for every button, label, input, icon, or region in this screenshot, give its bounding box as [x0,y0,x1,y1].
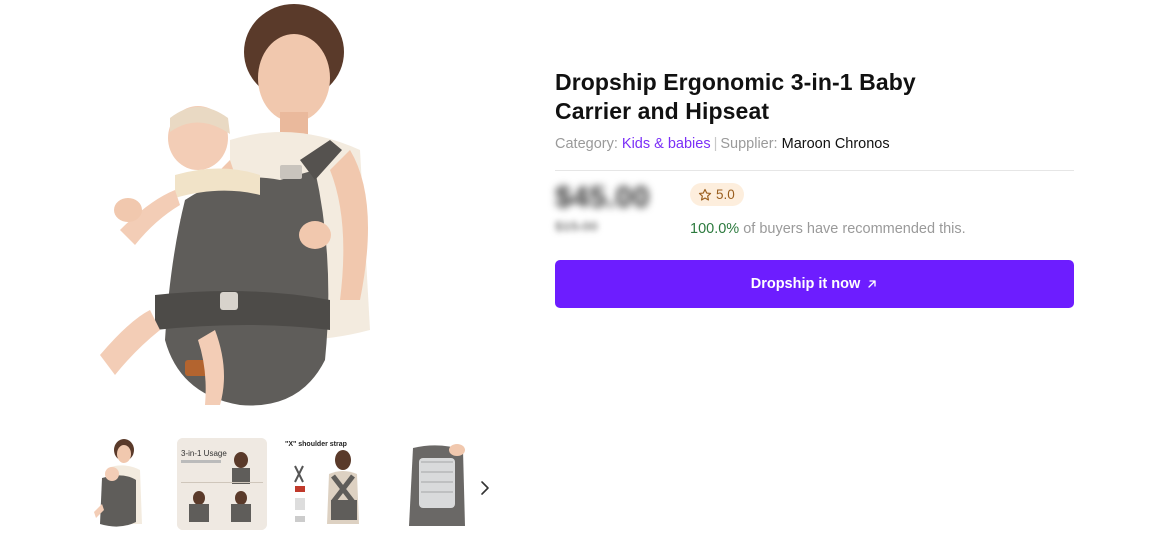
price: $45.00 [555,181,650,214]
product-title: Dropship Ergonomic 3-in-1 Baby Carrier a… [555,69,916,124]
thumbnail-2[interactable]: 3-in-1 Usage [177,438,267,530]
supplier-label: Supplier: [720,136,778,152]
chevron-right-icon [481,481,489,495]
gallery-next-button[interactable] [474,476,496,500]
main-product-image [80,0,468,422]
recommend-caption: of buyers have recommended this. [743,221,966,237]
thumbnail-3-title: "X" shoulder strap [285,441,347,448]
supplier-name: Maroon Chronos [781,136,890,152]
thumbnail-4[interactable] [379,438,469,530]
dropship-button-label: Dropship it now [750,276,861,292]
original-price: $15.00 [555,218,598,234]
divider [555,170,1074,171]
rating-badge: 5.0 [690,183,744,206]
category-link[interactable]: Kids & babies [622,136,711,152]
thumbnail-3[interactable]: "X" shoulder strap [281,438,371,530]
thumbnail-strip: 3-in-1 Usage "X" shoulder strap [80,438,500,530]
recommend-percent: 100.0% [690,221,740,237]
recommendation-text: 100.0% of buyers have recommended this. [690,221,966,237]
arrow-up-right-icon [866,278,878,290]
star-icon [698,188,712,201]
rating-value: 5.0 [716,187,735,202]
thumbnail-1[interactable] [80,438,170,530]
category-label: Category: [555,136,618,152]
meta-separator: | [713,136,718,152]
product-meta: Category: Kids & babies | Supplier: Maroon… [555,136,890,152]
thumbnail-2-title: 3-in-1 Usage [181,449,227,458]
dropship-button[interactable]: Dropship it now [555,260,1074,308]
